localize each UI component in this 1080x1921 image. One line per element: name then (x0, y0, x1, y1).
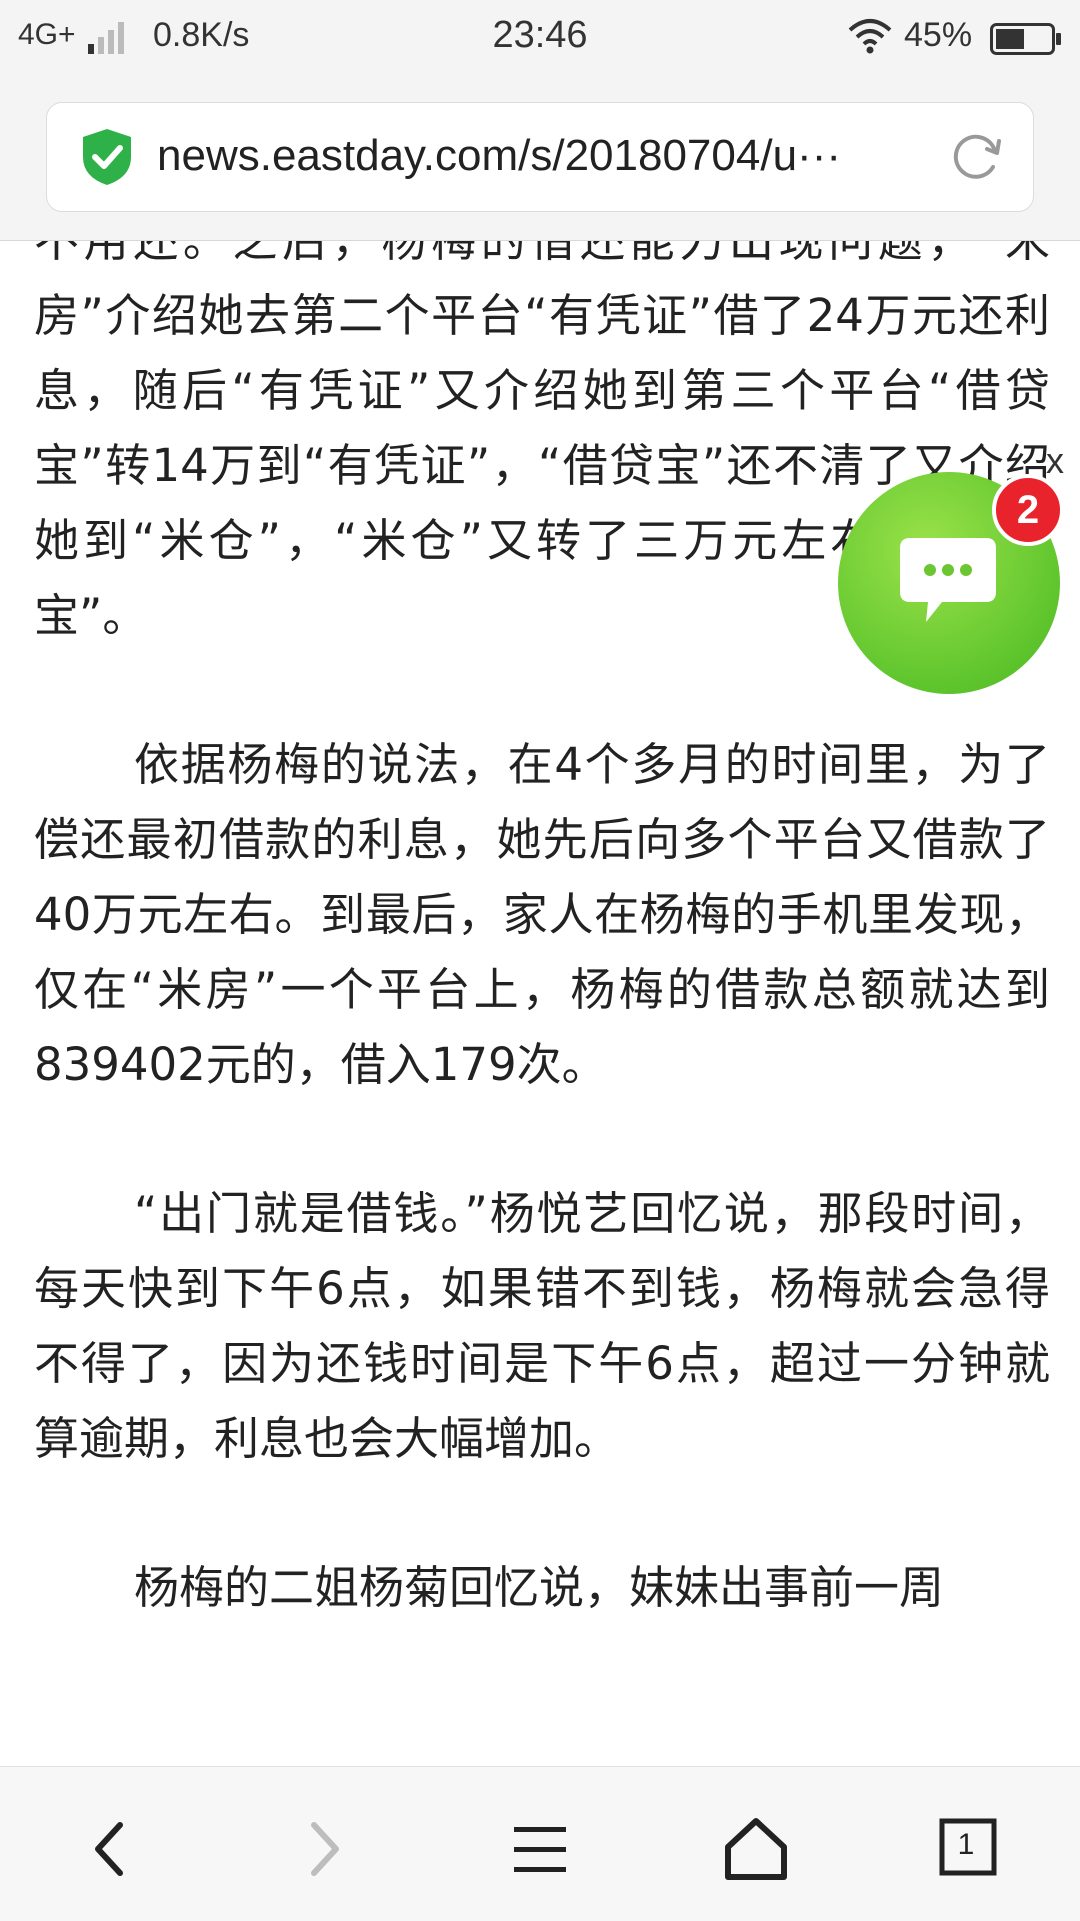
close-chat-button[interactable]: x (1046, 440, 1064, 482)
url-text[interactable]: news.eastday.com/s/20180704/u··· (157, 131, 947, 181)
status-bar: 4G+ 0.8K/s 23:46 45% (0, 0, 1080, 80)
tab-count: 1 (957, 1828, 975, 1861)
refresh-icon[interactable] (949, 129, 1005, 189)
battery-percent: 45% (904, 16, 973, 54)
address-bar-area: news.eastday.com/s/20180704/u··· (0, 80, 1080, 241)
menu-button[interactable] (500, 1809, 580, 1889)
home-icon (716, 1809, 796, 1889)
menu-icon (500, 1809, 580, 1889)
wifi-icon (848, 18, 892, 59)
article-paragraph: 杨梅的二姐杨菊回忆说，妹妹出事前一周 (134, 1561, 945, 1614)
bottom-nav: 1 (0, 1766, 1080, 1921)
battery-icon (990, 22, 1062, 61)
notification-badge: 2 (992, 474, 1064, 546)
article-paragraph: “出门就是借钱。”杨悦艺回忆说，那段时间，每天快到下午6点，如果错不到钱，杨梅就… (34, 1187, 1050, 1465)
address-bar[interactable]: news.eastday.com/s/20180704/u··· (46, 102, 1034, 212)
tabs-button[interactable]: 1 (930, 1809, 1010, 1889)
article-content: 不用还。之后，杨梅的借还能力出现问题，“米房”介绍她去第二个平台“有凭证”借了2… (0, 241, 1080, 1766)
back-button[interactable] (70, 1809, 150, 1889)
secure-shield-icon (81, 127, 133, 191)
chat-bubble-icon (896, 534, 1000, 634)
forward-button[interactable] (284, 1809, 364, 1889)
forward-icon (284, 1809, 364, 1889)
back-icon (70, 1809, 150, 1889)
home-button[interactable] (716, 1809, 796, 1889)
article-paragraph: 依据杨梅的说法，在4个多月的时间里，为了偿还最初借款的利息，她先后向多个平台又借… (34, 738, 1050, 1091)
